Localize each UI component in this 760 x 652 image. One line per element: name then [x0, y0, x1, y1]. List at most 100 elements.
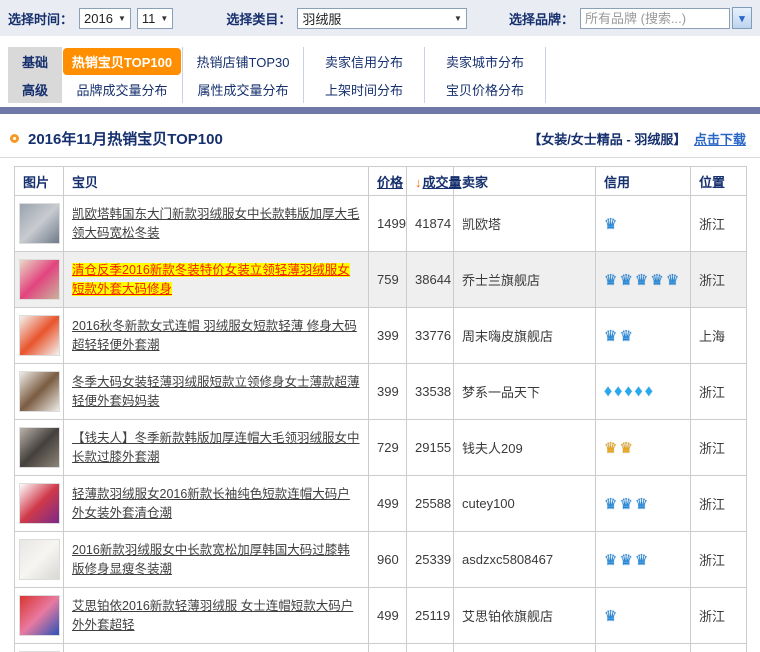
diamond-icon: ♦: [614, 383, 622, 400]
tab-navigation: 基础 热销宝贝TOP100热销店铺TOP30卖家信用分布卖家城市分布 高级 品牌…: [0, 47, 760, 103]
diamond-icon: ♦: [645, 383, 653, 400]
product-thumbnail[interactable]: [19, 315, 60, 356]
bullet-icon: [10, 134, 19, 143]
col-header-item: 宝贝: [64, 167, 369, 196]
tab-hot-shops-top30[interactable]: 热销店铺TOP30: [183, 47, 304, 75]
image-cell: [15, 532, 64, 588]
product-thumbnail[interactable]: [19, 203, 60, 244]
page-title: 2016年11月热销宝贝TOP100: [28, 128, 223, 149]
brand-dropdown-button[interactable]: ▾: [732, 7, 752, 29]
tab-listing-time-distribution[interactable]: 上架时间分布: [304, 75, 425, 103]
sales-cell: 41874: [407, 196, 454, 252]
image-cell: [15, 644, 64, 652]
product-title-link[interactable]: 【钱夫人】冬季新款韩版加厚连帽大毛领羽绒服女中长款过膝外套潮: [72, 431, 360, 464]
blue-crown-icon: ♛: [619, 328, 632, 345]
product-title-link[interactable]: 冬季大码女装轻薄羽绒服短款立领修身女士薄款超薄轻便外套妈妈装: [72, 375, 360, 408]
seller-cell: 艾思铂依旗舰店: [454, 588, 596, 644]
location-cell: 浙江: [691, 588, 747, 644]
year-select[interactable]: 2016 ▼: [79, 8, 131, 29]
credit-cell: ♛♛: [596, 644, 691, 652]
tab-label: 上架时间分布: [325, 80, 403, 99]
blue-crown-icon: ♛: [604, 272, 617, 289]
location-cell: 浙江: [691, 532, 747, 588]
product-title-link[interactable]: 艾思铂依2016新款轻薄羽绒服 女士连帽短款大码户外外套超轻: [72, 599, 353, 632]
tab-label: 属性成交量分布: [197, 80, 288, 99]
category-select[interactable]: 羽绒服 ▼: [297, 8, 467, 29]
tab-attribute-volume-distribution[interactable]: 属性成交量分布: [183, 75, 304, 103]
blue-crown-icon: ♛: [604, 608, 617, 625]
diamond-icon: ♦: [624, 383, 632, 400]
category-path: 【女装/女士精品 - 羽绒服】: [528, 132, 686, 147]
divider-bar: [0, 107, 760, 114]
blue-crown-icon: ♛: [635, 496, 648, 513]
sales-cell: 25339: [407, 532, 454, 588]
location-cell: 上海: [691, 308, 747, 364]
product-thumbnail[interactable]: [19, 483, 60, 524]
blue-crown-icon: ♛: [604, 496, 617, 513]
blue-crown-icon: ♛: [635, 272, 648, 289]
product-title-link[interactable]: 2016新款羽绒服女中长款宽松加厚韩国大码过膝韩版修身显瘦冬装潮: [72, 543, 350, 576]
item-cell: 【钱夫人】冬季新款韩版加厚连帽大毛领羽绒服女中长款过膝外套潮: [64, 420, 369, 476]
month-select[interactable]: 11 ▼: [137, 8, 173, 29]
table-header-row: 图片 宝贝 价格 ↓成交量 卖家 信用 位置: [15, 167, 747, 196]
section-header: 2016年11月热销宝贝TOP100 【女装/女士精品 - 羽绒服】 点击下载: [0, 114, 760, 158]
product-thumbnail[interactable]: [19, 259, 60, 300]
advanced-tab-row: 高级 品牌成交量分布 属性成交量分布 上架时间分布 宝贝价格分布: [0, 75, 760, 103]
credit-cell: ♛♛: [596, 308, 691, 364]
brand-filter-label: 选择品牌：: [509, 9, 574, 28]
image-cell: [15, 420, 64, 476]
image-cell: [15, 476, 64, 532]
col-header-location: 位置: [691, 167, 747, 196]
tab-seller-city-distribution[interactable]: 卖家城市分布: [425, 47, 546, 75]
product-title-link[interactable]: 轻薄款羽绒服女2016新款长袖纯色短款连帽大码户外女装外套清仓潮: [72, 487, 350, 520]
blue-crown-icon: ♛: [604, 216, 617, 233]
product-thumbnail[interactable]: [19, 427, 60, 468]
location-cell: 浙江: [691, 476, 747, 532]
image-cell: [15, 588, 64, 644]
credit-cell: ♛♛♛♛♛: [596, 252, 691, 308]
col-header-credit: 信用: [596, 167, 691, 196]
table-row: 2016秋冬新款女式连帽 羽绒服女短款轻薄 修身大码超轻轻便外套潮 399 33…: [15, 308, 747, 364]
product-thumbnail[interactable]: [19, 539, 60, 580]
sales-cell: 33538: [407, 364, 454, 420]
location-cell: [691, 644, 747, 652]
download-link[interactable]: 点击下载: [694, 132, 746, 147]
item-cell: 凯欧塔韩国东大门新款羽绒服女中长款韩版加厚大毛领大码宽松冬装: [64, 196, 369, 252]
seller-cell: 乔士兰旗舰店: [454, 252, 596, 308]
sales-sort-link[interactable]: 成交量: [423, 175, 462, 190]
product-title-link[interactable]: 凯欧塔韩国东大门新款羽绒服女中长款韩版加厚大毛领大码宽松冬装: [72, 207, 360, 240]
top-items-table: 图片 宝贝 价格 ↓成交量 卖家 信用 位置 凯欧塔韩国东大门新款羽绒服女中长款…: [14, 166, 747, 652]
tab-label: 品牌成交量分布: [76, 80, 167, 99]
brand-search-input[interactable]: [580, 8, 730, 29]
image-cell: [15, 252, 64, 308]
blue-crown-icon: ♛: [604, 552, 617, 569]
price-cell: 399: [369, 308, 407, 364]
product-title-link[interactable]: 清仓反季2016新款冬装特价女装立领轻薄羽绒服女短款外套大码修身: [72, 263, 350, 296]
price-sort-link[interactable]: 价格: [377, 175, 403, 190]
tab-seller-credit-distribution[interactable]: 卖家信用分布: [304, 47, 425, 75]
price-cell: 399: [369, 364, 407, 420]
advanced-tabs-label: 高级: [8, 75, 62, 103]
table-row: 茄田2016新款韩版修身轻薄反季清仓羽绒服女短款连 ♛♛: [15, 644, 747, 652]
location-cell: 浙江: [691, 196, 747, 252]
chevron-down-icon: ▾: [739, 12, 745, 25]
item-cell: 2016新款羽绒服女中长款宽松加厚韩国大码过膝韩版修身显瘦冬装潮: [64, 532, 369, 588]
chevron-down-icon: ▼: [160, 14, 168, 23]
seller-cell: 钱夫人209: [454, 420, 596, 476]
credit-cell: ♛: [596, 588, 691, 644]
tab-item-price-distribution[interactable]: 宝贝价格分布: [425, 75, 546, 103]
credit-cell: ♛♛♛: [596, 476, 691, 532]
blue-crown-icon: ♛: [650, 272, 663, 289]
price-cell: 499: [369, 476, 407, 532]
item-cell: 2016秋冬新款女式连帽 羽绒服女短款轻薄 修身大码超轻轻便外套潮: [64, 308, 369, 364]
location-cell: 浙江: [691, 420, 747, 476]
sales-cell: 25119: [407, 588, 454, 644]
tab-hot-items-top100[interactable]: 热销宝贝TOP100: [62, 47, 183, 75]
image-cell: [15, 196, 64, 252]
seller-cell: cutey100: [454, 476, 596, 532]
product-thumbnail[interactable]: [19, 371, 60, 412]
product-thumbnail[interactable]: [19, 595, 60, 636]
tab-brand-volume-distribution[interactable]: 品牌成交量分布: [62, 75, 183, 103]
product-title-link[interactable]: 2016秋冬新款女式连帽 羽绒服女短款轻薄 修身大码超轻轻便外套潮: [72, 319, 357, 352]
sales-cell: [407, 644, 454, 652]
